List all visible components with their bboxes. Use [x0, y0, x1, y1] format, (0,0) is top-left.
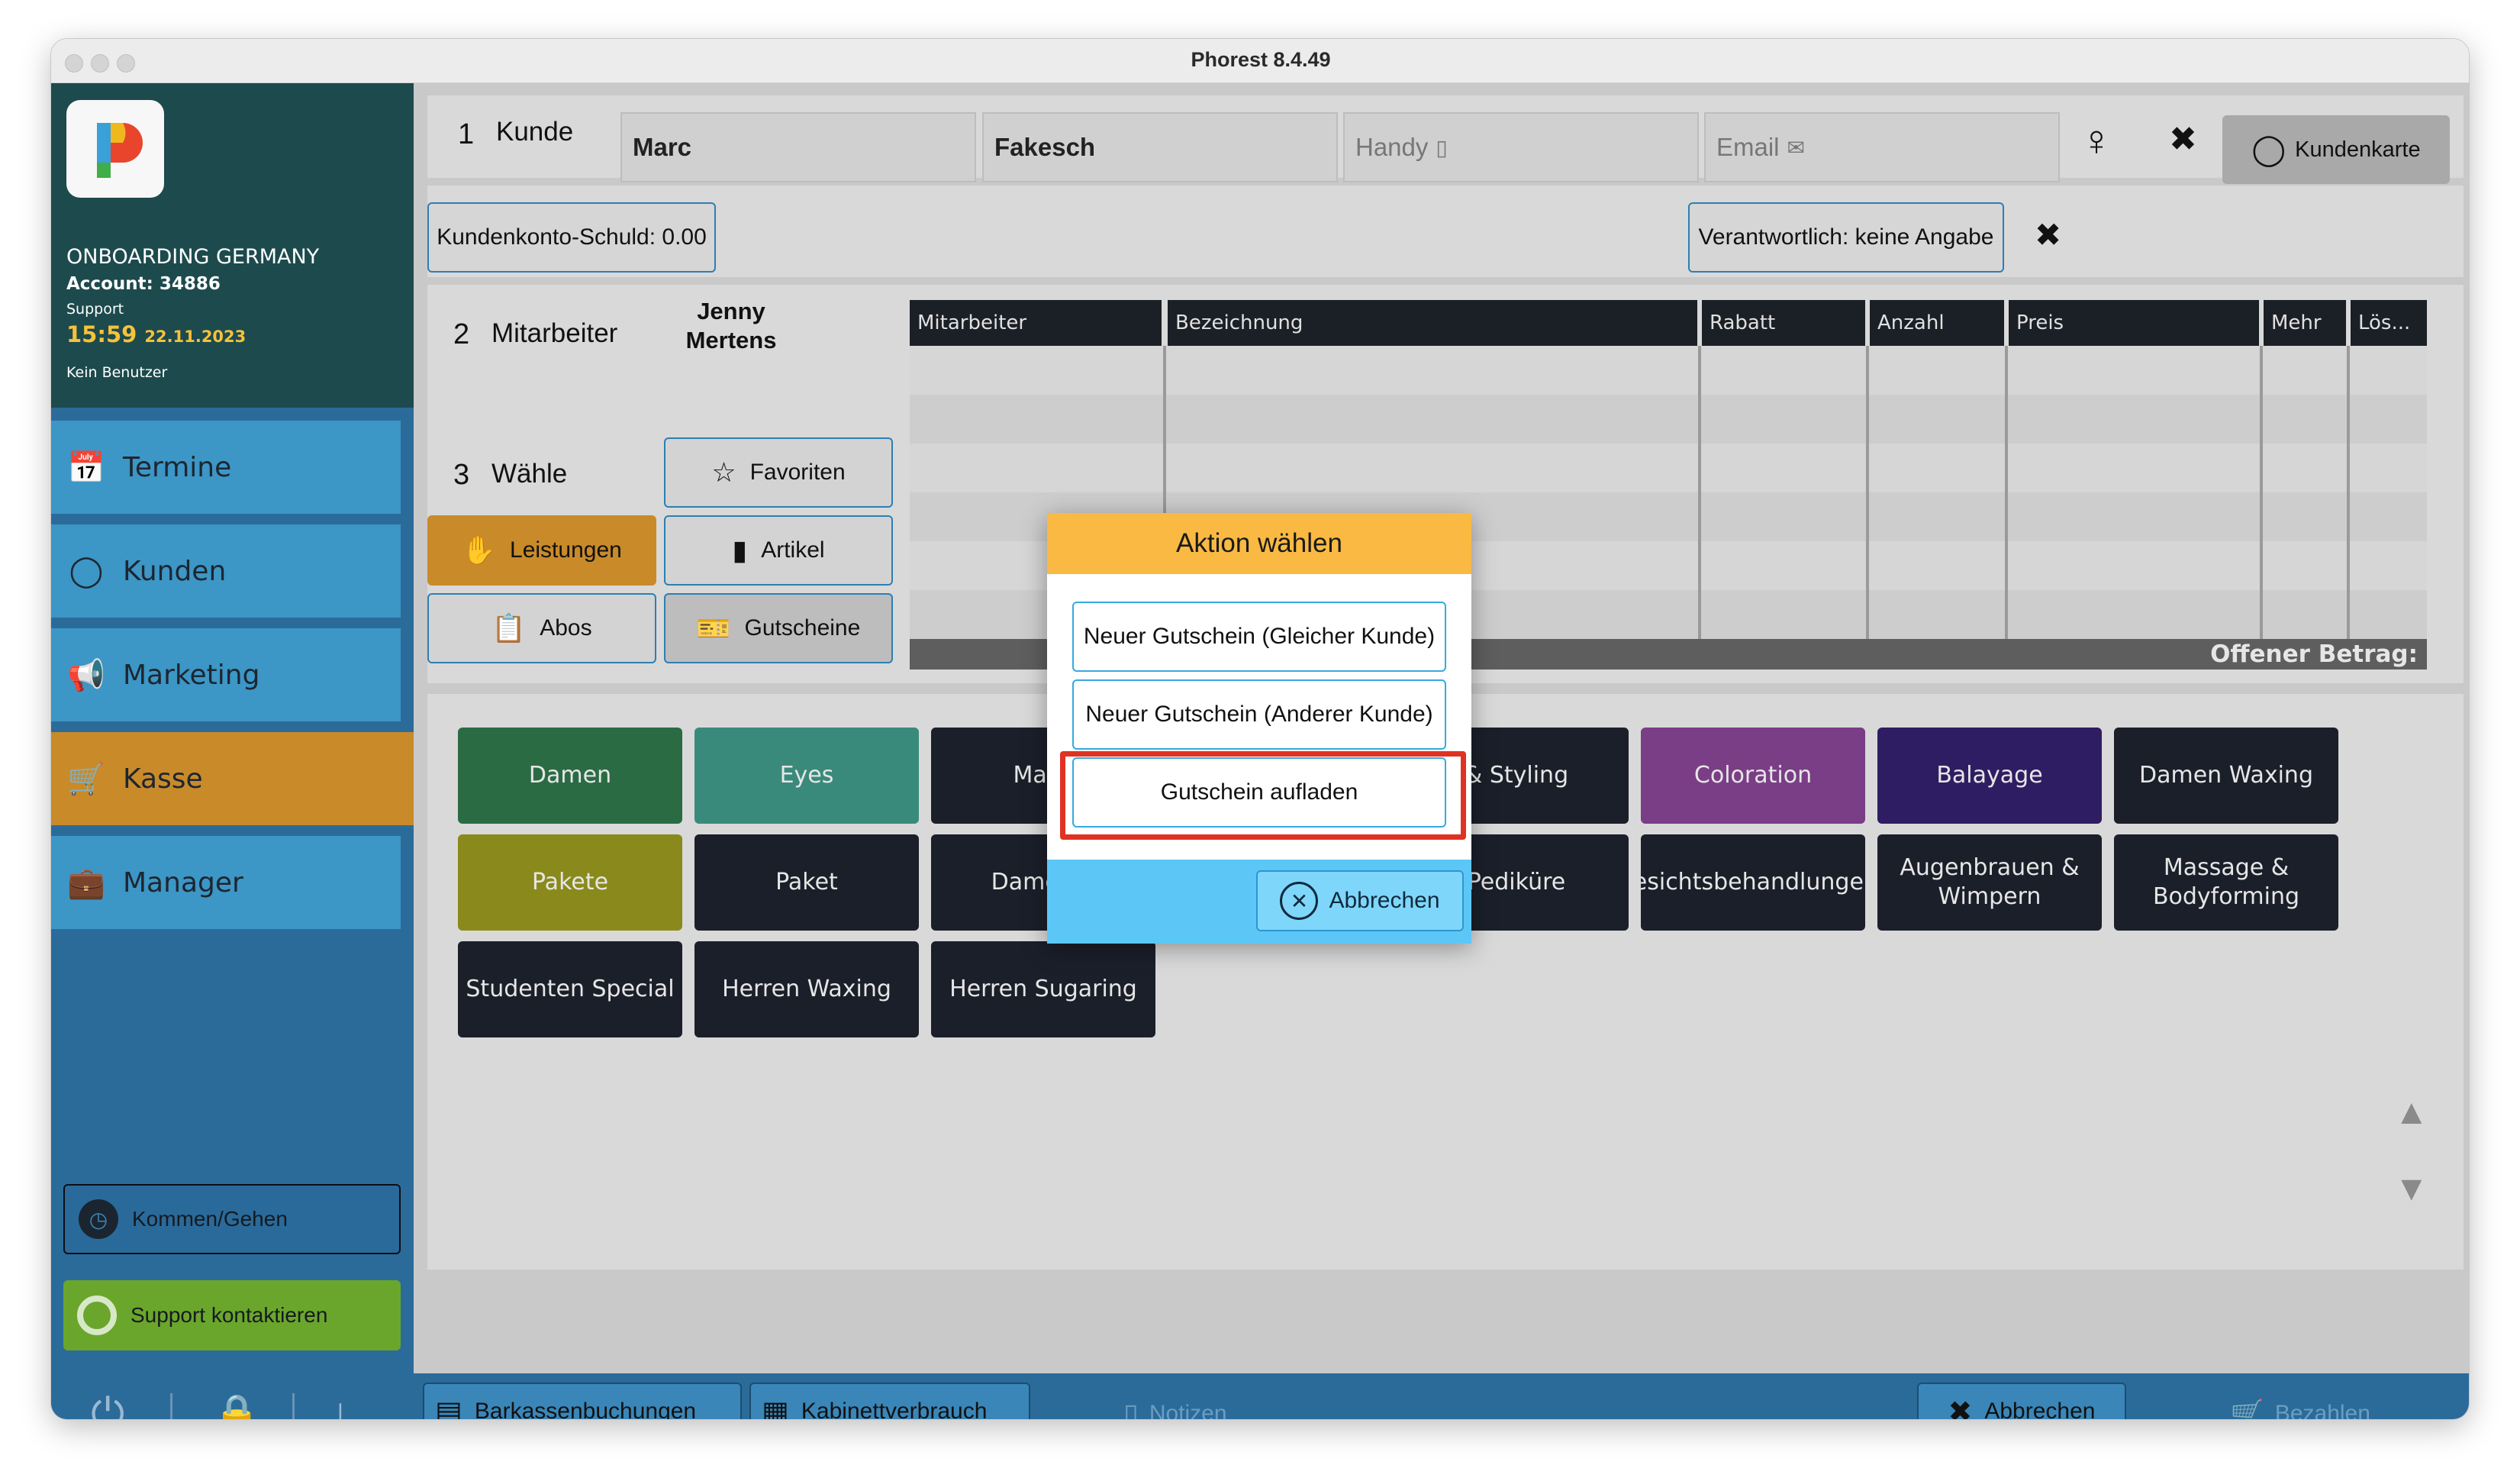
sidebar-header: ONBOARDING GERMANY Account: 34886 Suppor…	[51, 83, 414, 408]
account-number: Account: 34886	[66, 274, 221, 294]
sidebar: ONBOARDING GERMANY Account: 34886 Suppor…	[51, 83, 414, 1419]
cart-icon: 🛒	[67, 761, 105, 797]
clock-in-out-label: Kommen/Gehen	[132, 1207, 288, 1231]
current-user: Kein Benutzer	[66, 364, 168, 381]
nav-kunden[interactable]: ◯ Kunden	[51, 524, 401, 618]
megaphone-icon: 📢	[67, 657, 105, 693]
nav-marketing[interactable]: 📢 Marketing	[51, 628, 401, 721]
briefcase-icon: 💼	[67, 865, 105, 901]
window-title: Phorest 8.4.49	[1191, 48, 1331, 71]
dialog-cancel-label: Abbrechen	[1329, 888, 1440, 913]
nav-termine[interactable]: 📅 Termine	[51, 421, 401, 514]
footer-divider	[170, 1393, 172, 1419]
calendar-edit-icon: 📅	[67, 450, 105, 486]
dialog-title: Aktion wählen	[1047, 513, 1471, 574]
org-name: ONBOARDING GERMANY	[66, 245, 320, 269]
date-value: 22.11.2023	[144, 327, 247, 346]
phorest-logo	[66, 100, 164, 198]
highlight-box	[1060, 751, 1466, 840]
lock-icon[interactable]: 🔒	[213, 1392, 260, 1419]
nav-kasse[interactable]: 🛒 Kasse	[51, 732, 414, 825]
clock-in-out-button[interactable]: ◷ Kommen/Gehen	[63, 1184, 401, 1254]
lifebuoy-icon	[77, 1295, 117, 1335]
new-voucher-other-customer-button[interactable]: Neuer Gutschein (Anderer Kunde)	[1072, 679, 1446, 750]
user-role: Support	[66, 301, 124, 318]
head-profile-icon: ◯	[69, 553, 104, 589]
nav-label: Termine	[123, 451, 232, 483]
nav-label: Manager	[123, 866, 243, 899]
nav-manager[interactable]: 💼 Manager	[51, 836, 401, 929]
clock-time: 15:59 22.11.2023	[66, 321, 246, 347]
dialog-cancel-button[interactable]: ✕ Abbrechen	[1256, 870, 1464, 931]
power-icon[interactable]: ⏻	[91, 1389, 124, 1419]
nav-label: Marketing	[123, 659, 260, 691]
title-bar: Phorest 8.4.49	[51, 39, 2469, 83]
arrow-down-icon[interactable]: ↓	[329, 1387, 352, 1419]
close-circle-icon: ✕	[1280, 882, 1319, 920]
new-voucher-same-customer-button[interactable]: Neuer Gutschein (Gleicher Kunde)	[1072, 602, 1446, 672]
footer-divider	[292, 1393, 295, 1419]
dialog-footer: ✕ Abbrechen	[1047, 860, 1471, 944]
time-value: 15:59	[66, 321, 137, 347]
nav-label: Kunden	[123, 555, 227, 587]
contact-support-button[interactable]: Support kontaktieren	[63, 1280, 401, 1350]
contact-support-label: Support kontaktieren	[131, 1303, 328, 1327]
action-dialog: Aktion wählen Neuer Gutschein (Gleicher …	[1047, 513, 1471, 944]
nav-label: Kasse	[123, 763, 203, 795]
clock-icon: ◷	[79, 1199, 118, 1239]
